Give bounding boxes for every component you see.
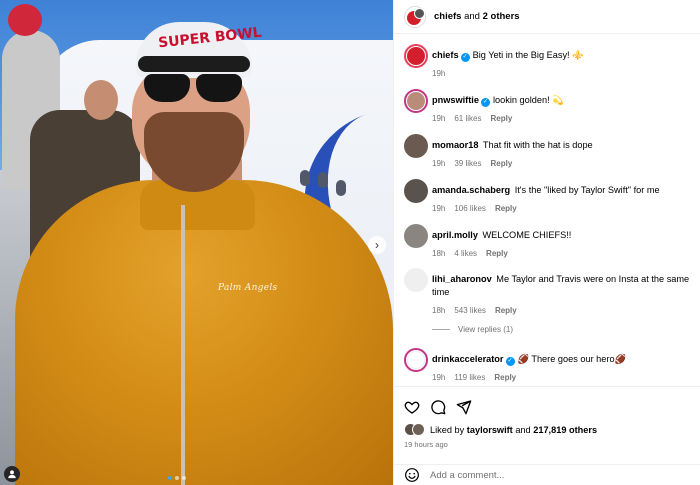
comment-likes[interactable]: 119 likes [454, 371, 485, 384]
add-comment-bar [394, 464, 700, 485]
post-photo[interactable]: Palm Angels SUPER BOWL › [0, 0, 393, 485]
airplane-window [300, 170, 310, 186]
reply-button[interactable]: Reply [495, 304, 517, 317]
comment-item: pnwswiftie ✓ lookin golden! 💫 19h 61 likes R… [404, 89, 692, 125]
author-joiner: and [464, 11, 480, 22]
carousel-dot-active [168, 476, 172, 480]
post-header: chiefs and 2 others [394, 0, 700, 34]
comment-input[interactable] [430, 469, 670, 481]
cap-brim [138, 56, 250, 72]
liked-by-prefix: Liked by [430, 425, 465, 435]
comment-username[interactable]: drinkaccelerator [432, 354, 504, 364]
share-icon[interactable] [456, 399, 472, 415]
comment-username[interactable]: april.molly [432, 230, 478, 240]
comment-time: 18h [432, 249, 446, 258]
person-icon [8, 470, 16, 479]
comment-likes[interactable]: 61 likes [454, 112, 481, 125]
sunglasses-lens [196, 74, 242, 102]
comment-time: 19h [432, 114, 446, 123]
avatar[interactable] [404, 134, 428, 158]
avatar[interactable] [404, 268, 428, 292]
carousel-dot [175, 476, 179, 480]
sunglasses-lens [144, 74, 190, 102]
verified-badge-icon: ✓ [460, 53, 470, 62]
reply-button[interactable]: Reply [495, 202, 517, 215]
view-replies-label: View replies (1) [458, 325, 513, 334]
tagged-users-button[interactable] [4, 466, 20, 482]
comment-likes[interactable]: 543 likes [454, 304, 486, 317]
liked-by-count[interactable]: 217,819 others [533, 425, 597, 435]
comment-time: 18h [432, 306, 446, 315]
reply-button[interactable]: Reply [494, 371, 516, 384]
comment-username[interactable]: pnwswiftie [432, 95, 479, 105]
comment-text: lookin golden! 💫 [492, 95, 564, 105]
verified-badge-icon: ✓ [505, 357, 515, 366]
comment-likes[interactable]: 39 likes [454, 157, 481, 170]
comment-icon[interactable] [430, 399, 446, 415]
heart-icon[interactable] [404, 399, 420, 415]
comment-likes[interactable]: 4 likes [454, 247, 477, 260]
emoji-icon[interactable] [404, 467, 420, 483]
comment-item: lihi_aharonov Me Taylor and Travis were … [404, 268, 692, 317]
collab-avatars[interactable] [404, 5, 426, 28]
caption: chiefs ✓ Big Yeti in the Big Easy! ⚜️ 19h [404, 44, 692, 80]
comment-text: 🏈 There goes our hero🏈 [517, 354, 627, 364]
comment-time: 19h [432, 373, 446, 382]
comment-time: 19h [432, 159, 446, 168]
comment-time: 19h [432, 69, 446, 78]
comment-username[interactable]: amanda.schaberg [432, 185, 510, 195]
comment-text: It's the "liked by Taylor Swift" for me [514, 185, 660, 195]
avatar[interactable] [404, 89, 428, 113]
reply-button[interactable]: Reply [490, 112, 512, 125]
liked-by[interactable]: Liked by taylorswift and 217,819 others [404, 423, 690, 437]
avatar[interactable] [404, 224, 428, 248]
post-viewer: Palm Angels SUPER BOWL › chiefs and 2 ot… [0, 0, 700, 485]
airplane-window [318, 172, 328, 188]
comment-time: 19h [432, 204, 446, 213]
reply-button[interactable]: Reply [490, 157, 512, 170]
comment-username[interactable]: chiefs [432, 50, 459, 60]
post-timestamp: 19 hours ago [404, 440, 448, 449]
avatar[interactable] [404, 44, 428, 68]
comments-panel: chiefs and 2 others chiefs ✓ Big Yeti in t… [393, 0, 700, 485]
comment-text: WELCOME CHIEFS!! [482, 230, 572, 240]
avatar[interactable] [404, 348, 428, 372]
post-authors[interactable]: chiefs and 2 others [434, 11, 520, 22]
comment-text: That fit with the hat is dope [482, 140, 593, 150]
jacket-brand-text: Palm Angels [218, 283, 278, 293]
next-slide-button[interactable]: › [368, 236, 386, 254]
comment-username[interactable]: lihi_aharonov [432, 274, 492, 284]
background-person-head [84, 80, 118, 120]
liked-by-user[interactable]: taylorswift [467, 425, 513, 435]
carousel-dots [168, 476, 186, 480]
avatar [414, 7, 425, 19]
comment-likes[interactable]: 106 likes [454, 202, 486, 215]
comment-item: drinkaccelerator ✓ 🏈 There goes our hero🏈 … [404, 348, 692, 384]
comment-item: momaor18 That fit with the hat is dope 1… [404, 134, 692, 170]
author-username[interactable]: chiefs [434, 11, 461, 22]
liked-by-avatars [404, 423, 428, 437]
sunglasses [140, 74, 244, 104]
divider [432, 329, 450, 330]
view-replies-button[interactable]: View replies (1) [432, 325, 513, 334]
verified-badge-icon: ✓ [480, 98, 490, 107]
background-person-hat [8, 4, 42, 36]
comment-username[interactable]: momaor18 [432, 140, 478, 150]
comment-text: Big Yeti in the Big Easy! ⚜️ [472, 50, 584, 60]
avatar [412, 423, 425, 436]
chevron-right-icon: › [375, 238, 379, 252]
post-actions: Liked by taylorswift and 217,819 others … [394, 386, 700, 449]
comment-item: amanda.schaberg It's the "liked by Taylo… [404, 179, 692, 215]
liked-by-joiner: and [515, 425, 531, 435]
carousel-dot [182, 476, 186, 480]
reply-button[interactable]: Reply [486, 247, 508, 260]
other-authors-link[interactable]: 2 others [483, 11, 520, 22]
comment-item: april.molly WELCOME CHIEFS!! 18h 4 likes R… [404, 224, 692, 260]
avatar[interactable] [404, 179, 428, 203]
airplane-window [336, 180, 346, 196]
jacket-zipper [181, 205, 185, 485]
